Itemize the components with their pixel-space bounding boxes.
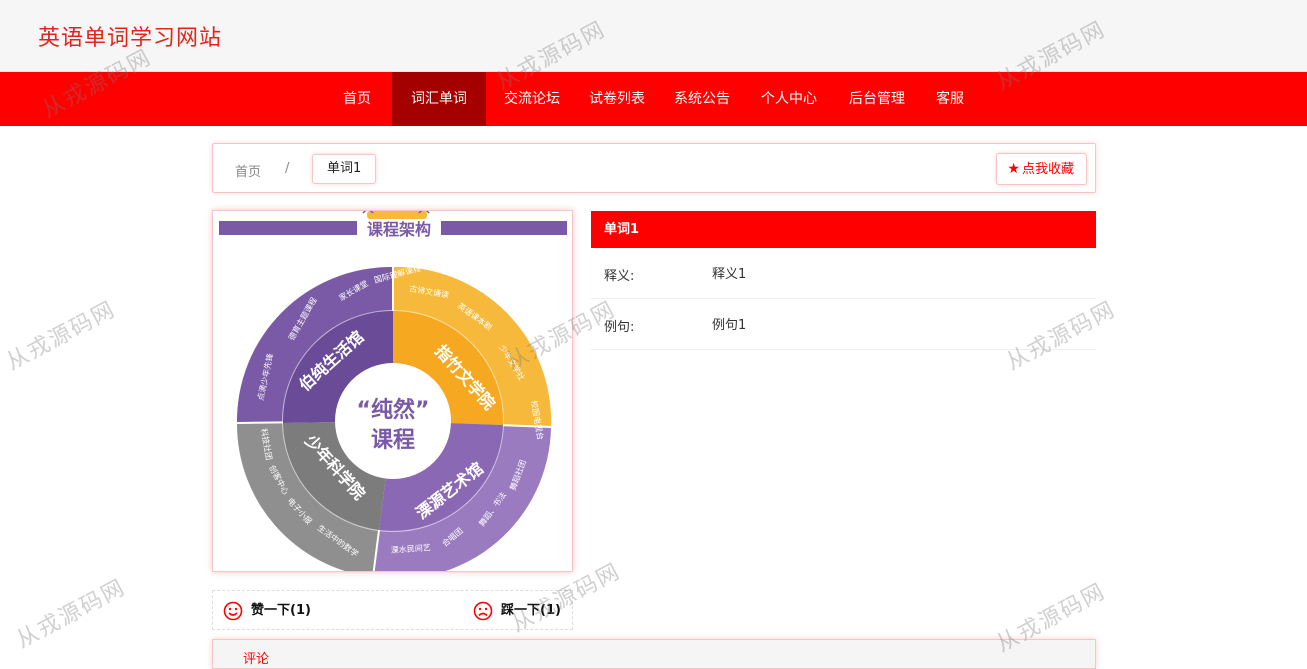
nav-personal-center[interactable]: 个人中心 (746, 72, 832, 126)
nav-admin[interactable]: 后台管理 (834, 72, 920, 126)
star-icon: ★ (1007, 161, 1020, 177)
dislike-label: 踩一下(1) (501, 603, 561, 618)
word-info-panel: 单词1 释义: 释义1 例句: 例句1 (591, 211, 1096, 350)
dislike-button[interactable]: 踩一下(1) (473, 600, 573, 622)
example-label: 例句: (604, 320, 635, 335)
info-row-definition: 释义: 释义1 (591, 248, 1096, 299)
nav-announcement[interactable]: 系统公告 (660, 72, 744, 126)
breadcrumb-current: 单词1 (312, 154, 377, 184)
word-title: 单词1 (591, 211, 1096, 248)
definition-label: 释义: (604, 269, 635, 284)
site-title[interactable]: 英语单词学习网站 (38, 20, 222, 52)
watermark: 从戎源码网 (12, 574, 131, 654)
nav-exam-list[interactable]: 试卷列表 (576, 72, 658, 126)
smile-icon (223, 601, 243, 621)
breadcrumb-separator: / (285, 161, 290, 176)
comment-label: 评论 (243, 652, 270, 667)
definition-value: 释义1 (712, 267, 747, 282)
watermark: 从戎源码网 (2, 296, 121, 376)
nav-home[interactable]: 首页 (326, 72, 388, 126)
favorite-button[interactable]: ★ 点我收藏 (996, 153, 1087, 185)
center-subtitle: 课程 (371, 428, 415, 453)
example-value: 例句1 (712, 318, 747, 333)
favorite-label: 点我收藏 (1021, 162, 1074, 177)
word-image: 课程架构 “纯然” 课程 伯纯生活馆 指竹文学院 溧源艺术馆 少年科学院 家长课… (212, 210, 573, 572)
breadcrumb-home[interactable]: 首页 (235, 161, 261, 180)
comment-section: 评论 (212, 639, 1096, 669)
center-title: “纯然” (357, 397, 430, 423)
breadcrumb: 首页 / 单词1 ★ 点我收藏 (212, 143, 1096, 193)
frown-icon (473, 601, 493, 621)
top-header: 英语单词学习网站 (0, 0, 1307, 72)
course-structure-graphic: 课程架构 “纯然” 课程 伯纯生活馆 指竹文学院 溧源艺术馆 少年科学院 家长课… (219, 211, 567, 571)
nav-vocabulary[interactable]: 词汇单词 (392, 72, 486, 126)
main-nav: 首页 词汇单词 交流论坛 试卷列表 系统公告 个人中心 后台管理 客服 (0, 72, 1307, 126)
like-label: 赞一下(1) (251, 603, 311, 618)
nav-service[interactable]: 客服 (922, 72, 978, 126)
banner-text: 课程架构 (367, 220, 431, 239)
vote-bar: 赞一下(1) 踩一下(1) (212, 590, 573, 630)
info-row-example: 例句: 例句1 (591, 299, 1096, 350)
nav-forum[interactable]: 交流论坛 (490, 72, 574, 126)
like-button[interactable]: 赞一下(1) (223, 600, 333, 622)
